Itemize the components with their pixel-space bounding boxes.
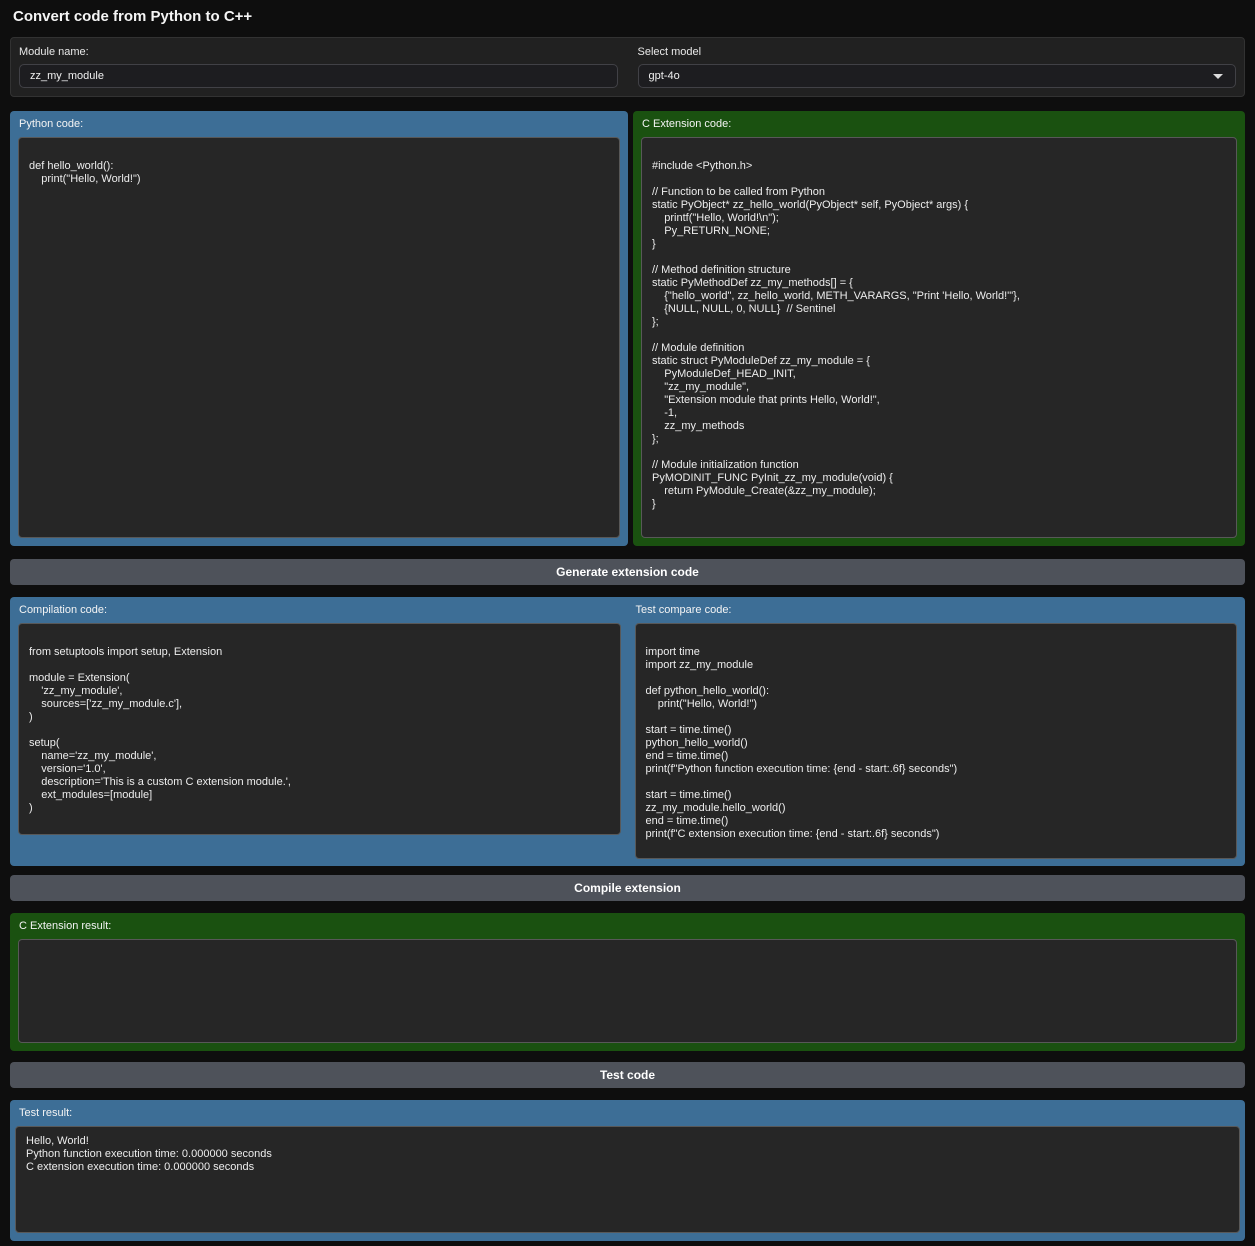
test-result-output[interactable]: Hello, World! Python function execution … <box>15 1126 1240 1233</box>
module-name-field: Module name: <box>19 46 618 88</box>
generate-extension-code-button[interactable]: Generate extension code <box>10 559 1245 585</box>
c-extension-result-output[interactable] <box>18 939 1237 1043</box>
settings-bar: Module name: Select model gpt-4o <box>10 37 1245 97</box>
c-extension-code-panel: C Extension code: #include <Python.h> //… <box>633 111 1245 546</box>
c-extension-code-editor[interactable]: #include <Python.h> // Function to be ca… <box>641 137 1237 538</box>
compilation-code-column: Compilation code: from setuptools import… <box>18 604 621 835</box>
python-code-panel: Python code: def hello_world(): print("H… <box>10 111 628 546</box>
test-compare-code-column: Test compare code: import time import zz… <box>635 604 1238 859</box>
chevron-down-icon <box>1213 74 1223 79</box>
test-result-label: Test result: <box>19 1107 1240 1120</box>
model-dropdown-value: gpt-4o <box>649 70 680 82</box>
test-compare-code-label: Test compare code: <box>636 604 1238 617</box>
test-result-panel: Test result: Hello, World! Python functi… <box>10 1100 1245 1241</box>
test-compare-code-editor[interactable]: import time import zz_my_module def pyth… <box>635 623 1238 859</box>
model-label: Select model <box>638 46 1237 59</box>
compilation-code-label: Compilation code: <box>19 604 621 617</box>
module-name-input[interactable] <box>19 64 618 88</box>
code-editors-row: Python code: def hello_world(): print("H… <box>10 111 1245 546</box>
c-extension-result-label: C Extension result: <box>19 920 1237 933</box>
python-code-editor[interactable]: def hello_world(): print("Hello, World!"… <box>18 137 620 538</box>
c-extension-code-label: C Extension code: <box>642 118 1237 131</box>
page-title: Convert code from Python to C++ <box>13 8 1245 26</box>
compile-extension-button[interactable]: Compile extension <box>10 875 1245 901</box>
model-dropdown[interactable]: gpt-4o <box>638 64 1237 88</box>
module-name-label: Module name: <box>19 46 618 59</box>
model-field: Select model gpt-4o <box>638 46 1237 88</box>
app-root: Convert code from Python to C++ Module n… <box>0 0 1255 1246</box>
test-code-button[interactable]: Test code <box>10 1062 1245 1088</box>
compile-test-panel: Compilation code: from setuptools import… <box>10 597 1245 866</box>
python-code-label: Python code: <box>19 118 620 131</box>
compilation-code-editor[interactable]: from setuptools import setup, Extension … <box>18 623 621 835</box>
c-extension-result-panel: C Extension result: <box>10 913 1245 1051</box>
